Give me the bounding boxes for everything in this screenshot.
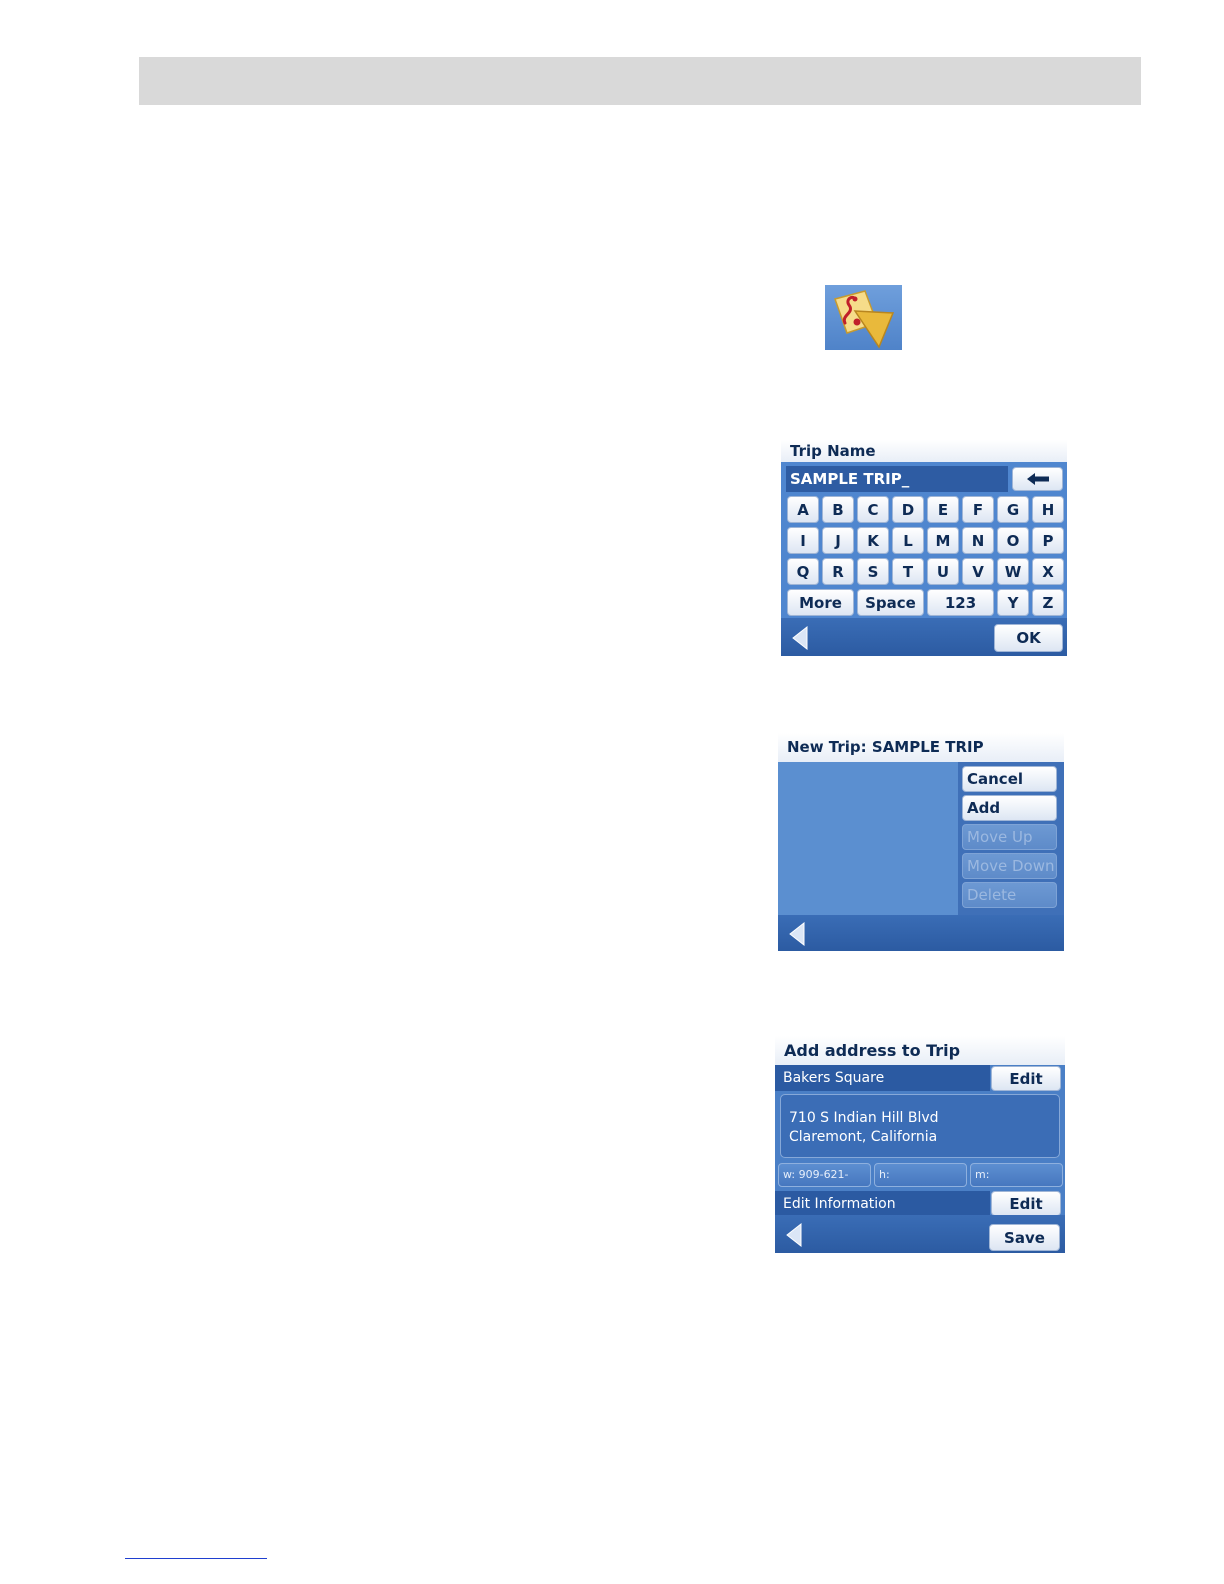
key-u[interactable]: U xyxy=(927,558,959,585)
key-a[interactable]: A xyxy=(787,496,819,523)
trip-name-keyboard-screen: Trip Name SAMPLE TRIP_ A B C D E F G H I… xyxy=(781,440,1067,656)
trip-planner-icon xyxy=(825,285,902,350)
page-header-band xyxy=(139,57,1141,105)
back-arrow-icon[interactable] xyxy=(791,626,809,650)
numbers-key[interactable]: 123 xyxy=(927,589,994,616)
move-up-button[interactable]: Move Up xyxy=(962,824,1057,850)
key-j[interactable]: J xyxy=(822,527,854,554)
key-l[interactable]: L xyxy=(892,527,924,554)
backspace-button[interactable] xyxy=(1012,467,1063,491)
mobile-phone-field[interactable]: m: xyxy=(970,1163,1063,1187)
screen-title: Add address to Trip xyxy=(775,1036,1065,1065)
key-q[interactable]: Q xyxy=(787,558,819,585)
key-b[interactable]: B xyxy=(822,496,854,523)
footer-link-underline xyxy=(125,1558,267,1559)
address-line-2: Claremont, California xyxy=(789,1129,938,1145)
space-key[interactable]: Space xyxy=(857,589,924,616)
home-phone-field[interactable]: h: xyxy=(874,1163,967,1187)
key-o[interactable]: O xyxy=(997,527,1029,554)
key-f[interactable]: F xyxy=(962,496,994,523)
add-button[interactable]: Add xyxy=(962,795,1057,821)
key-p[interactable]: P xyxy=(1032,527,1064,554)
key-g[interactable]: G xyxy=(997,496,1029,523)
key-y[interactable]: Y xyxy=(997,589,1029,616)
key-r[interactable]: R xyxy=(822,558,854,585)
edit-place-button[interactable]: Edit xyxy=(991,1066,1061,1091)
edit-information-label: Edit Information xyxy=(775,1191,990,1217)
key-s[interactable]: S xyxy=(857,558,889,585)
key-x[interactable]: X xyxy=(1032,558,1064,585)
move-down-button[interactable]: Move Down xyxy=(962,853,1057,879)
key-n[interactable]: N xyxy=(962,527,994,554)
key-d[interactable]: D xyxy=(892,496,924,523)
screen-title: New Trip: SAMPLE TRIP xyxy=(778,733,1064,762)
screen-title: Trip Name xyxy=(781,440,1067,462)
key-z[interactable]: Z xyxy=(1032,589,1064,616)
key-v[interactable]: V xyxy=(962,558,994,585)
key-c[interactable]: C xyxy=(857,496,889,523)
new-trip-screen: New Trip: SAMPLE TRIP Cancel Add Move Up… xyxy=(778,733,1064,951)
back-arrow-icon[interactable] xyxy=(785,1223,803,1247)
ok-button[interactable]: OK xyxy=(994,624,1063,652)
add-address-screen: Add address to Trip Bakers Square Edit 7… xyxy=(775,1036,1065,1253)
key-k[interactable]: K xyxy=(857,527,889,554)
back-arrow-icon[interactable] xyxy=(788,922,806,946)
place-name: Bakers Square xyxy=(775,1065,990,1091)
key-i[interactable]: I xyxy=(787,527,819,554)
left-arrow-icon xyxy=(1026,473,1049,485)
cancel-button[interactable]: Cancel xyxy=(962,766,1057,792)
key-h[interactable]: H xyxy=(1032,496,1064,523)
delete-button[interactable]: Delete xyxy=(962,882,1057,908)
key-w[interactable]: W xyxy=(997,558,1029,585)
address-line-1: 710 S Indian Hill Blvd xyxy=(789,1110,939,1126)
key-m[interactable]: M xyxy=(927,527,959,554)
more-key[interactable]: More xyxy=(787,589,854,616)
trip-name-input[interactable]: SAMPLE TRIP_ xyxy=(786,466,1008,492)
work-phone-field[interactable]: w: 909-621-4745 xyxy=(778,1163,871,1203)
address-box: 710 S Indian Hill Blvd Claremont, Califo… xyxy=(780,1094,1060,1158)
edit-information-button[interactable]: Edit xyxy=(991,1191,1061,1216)
key-t[interactable]: T xyxy=(892,558,924,585)
save-button[interactable]: Save xyxy=(989,1224,1060,1251)
key-e[interactable]: E xyxy=(927,496,959,523)
screen-footer xyxy=(778,915,1064,951)
